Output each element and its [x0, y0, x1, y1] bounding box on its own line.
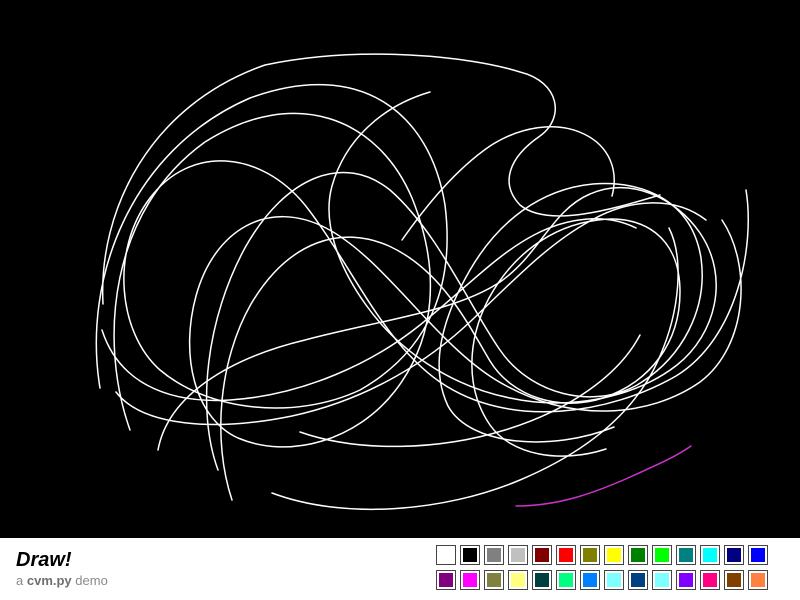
color-swatch[interactable] [532, 545, 552, 565]
color-swatch[interactable] [556, 545, 576, 565]
color-swatch-fill [535, 548, 549, 562]
color-swatch-fill [487, 573, 501, 587]
drawn-stroke [220, 218, 681, 501]
color-swatch-fill [751, 548, 765, 562]
color-swatch[interactable] [484, 570, 504, 590]
draw-app: Draw! a cvm.py demo [0, 0, 800, 600]
color-swatch[interactable] [580, 570, 600, 590]
color-swatch-fill [559, 573, 573, 587]
drawn-stroke [101, 53, 661, 305]
color-swatch-fill [655, 573, 669, 587]
color-swatch[interactable] [604, 545, 624, 565]
color-swatch[interactable] [580, 545, 600, 565]
color-swatch[interactable] [556, 570, 576, 590]
color-swatch[interactable] [676, 545, 696, 565]
color-swatch[interactable] [652, 570, 672, 590]
subtitle-brand: cvm.py [26, 573, 72, 588]
drawing-canvas[interactable] [0, 0, 800, 538]
color-swatch[interactable] [508, 545, 528, 565]
color-swatch[interactable] [436, 545, 456, 565]
color-swatch[interactable] [604, 570, 624, 590]
color-swatch[interactable] [460, 570, 480, 590]
color-swatch-fill [727, 548, 741, 562]
color-swatch[interactable] [628, 545, 648, 565]
color-swatch-fill [607, 573, 621, 587]
color-swatch[interactable] [460, 545, 480, 565]
color-swatch[interactable] [724, 545, 744, 565]
color-swatch-fill [511, 573, 525, 587]
color-swatch[interactable] [700, 545, 720, 565]
color-swatch-fill [703, 548, 717, 562]
color-swatch-fill [463, 548, 477, 562]
drawn-stroke [95, 83, 749, 413]
color-swatch-fill [751, 573, 765, 587]
app-title: Draw! [16, 549, 72, 571]
color-swatch-fill [439, 548, 453, 562]
color-swatch-fill [487, 548, 501, 562]
color-swatch-fill [583, 573, 597, 587]
color-swatch-fill [607, 548, 621, 562]
color-swatch[interactable] [748, 545, 768, 565]
subtitle-prefix: a [16, 573, 24, 588]
color-swatch-fill [463, 573, 477, 587]
color-swatch-fill [511, 548, 525, 562]
app-subtitle: a cvm.py demo [16, 573, 108, 589]
color-swatch-fill [559, 548, 573, 562]
color-swatch-fill [703, 573, 717, 587]
color-swatch[interactable] [532, 570, 552, 590]
color-palette [436, 545, 772, 593]
color-swatch-fill [583, 548, 597, 562]
color-swatch-fill [727, 573, 741, 587]
color-swatch-fill [655, 548, 669, 562]
color-swatch[interactable] [628, 570, 648, 590]
footer-panel: Draw! a cvm.py demo [0, 538, 800, 600]
color-swatch[interactable] [484, 545, 504, 565]
color-swatch[interactable] [676, 570, 696, 590]
color-swatch-fill [679, 548, 693, 562]
subtitle-suffix: demo [75, 573, 108, 588]
color-swatch-fill [631, 548, 645, 562]
drawn-stroke [115, 202, 707, 426]
color-swatch[interactable] [724, 570, 744, 590]
color-swatch-fill [439, 573, 453, 587]
color-swatch-fill [631, 573, 645, 587]
color-swatch[interactable] [508, 570, 528, 590]
color-swatch[interactable] [652, 545, 672, 565]
drawing-surface[interactable] [0, 0, 800, 538]
color-swatch-fill [679, 573, 693, 587]
color-swatch[interactable] [436, 570, 456, 590]
color-swatch[interactable] [700, 570, 720, 590]
color-swatch[interactable] [748, 570, 768, 590]
color-swatch-fill [535, 573, 549, 587]
drawn-stroke [271, 227, 679, 511]
